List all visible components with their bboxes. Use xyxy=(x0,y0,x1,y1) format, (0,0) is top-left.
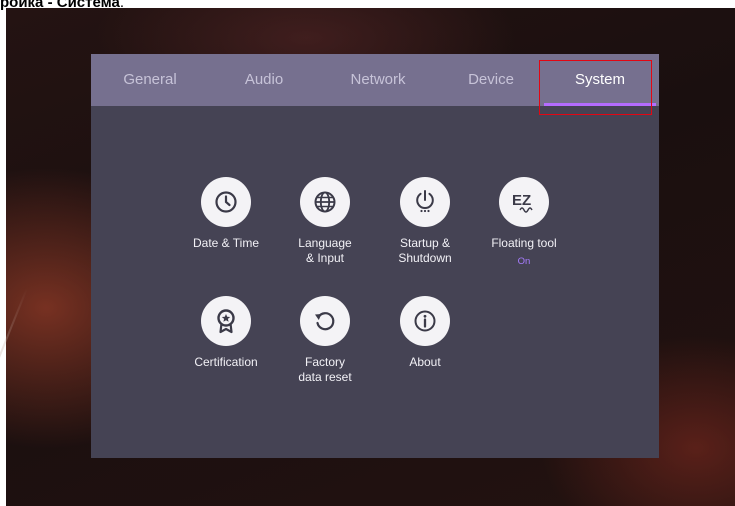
date-time-label: Date & Time xyxy=(192,236,260,250)
power-icon xyxy=(400,177,450,227)
certification-label: Certification xyxy=(194,355,258,369)
tab-audio[interactable]: Audio xyxy=(209,54,319,106)
language-input-item[interactable]: Language & Input xyxy=(275,177,375,266)
about-item[interactable]: About xyxy=(375,296,475,370)
certificate-icon xyxy=(201,296,251,346)
about-label: About xyxy=(409,355,441,369)
info-icon xyxy=(400,296,450,346)
ez-icon: EZ xyxy=(499,177,549,227)
globe-icon xyxy=(300,177,350,227)
svg-text:EZ: EZ xyxy=(512,192,531,209)
floating-tool-item[interactable]: EZ Floating tool On xyxy=(474,177,574,267)
date-time-item[interactable]: Date & Time xyxy=(176,177,276,251)
factory-reset-label: Factory data reset xyxy=(298,355,352,384)
tab-general[interactable]: General xyxy=(91,54,209,106)
reset-icon xyxy=(300,296,350,346)
wallpaper-streak xyxy=(0,288,28,456)
startup-shutdown-label: Startup & Shutdown xyxy=(398,236,452,265)
tab-device[interactable]: Device xyxy=(437,54,545,106)
startup-shutdown-item[interactable]: Startup & Shutdown xyxy=(375,177,475,266)
floating-tool-label: Floating tool xyxy=(491,236,557,250)
certification-item[interactable]: Certification xyxy=(176,296,276,370)
floating-tool-status: On xyxy=(517,256,531,267)
factory-reset-item[interactable]: Factory data reset xyxy=(275,296,375,385)
tab-network[interactable]: Network xyxy=(319,54,437,106)
system-tab-highlight-box xyxy=(539,60,652,115)
language-input-label: Language & Input xyxy=(298,236,352,265)
clock-icon xyxy=(201,177,251,227)
